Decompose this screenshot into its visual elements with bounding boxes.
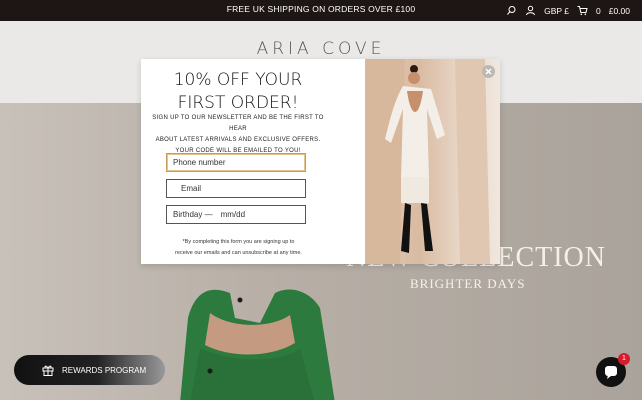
cart-count[interactable]: 0 <box>596 6 601 16</box>
popup-title-line2: FIRST ORDER! <box>177 93 299 113</box>
chat-launcher-button[interactable]: 1 <box>596 353 630 387</box>
popup-form-panel: 10% OFF YOUR FIRST ORDER! SIGN UP TO OUR… <box>141 59 365 264</box>
search-icon[interactable] <box>506 5 517 16</box>
currency-selector[interactable]: GBP £ <box>544 6 569 16</box>
rewards-program-label: REWARDS PROGRAM <box>62 365 147 375</box>
popup-disclaimer-line2: receive our emails and can unsubscribe a… <box>175 250 302 256</box>
email-field[interactable]: Email <box>166 179 306 198</box>
popup-title: 10% OFF YOUR FIRST ORDER! <box>141 69 335 115</box>
newsletter-popup: 10% OFF YOUR FIRST ORDER! SIGN UP TO OUR… <box>141 59 500 264</box>
brand-logo[interactable]: ARIA COVE <box>0 39 642 59</box>
cart-total[interactable]: £0.00 <box>609 6 630 16</box>
hero-model-image <box>180 289 335 400</box>
birthday-placeholder: mm/dd <box>220 210 246 219</box>
popup-photo-illustration <box>365 59 490 264</box>
gift-icon <box>42 365 54 376</box>
phone-field[interactable]: Phone number <box>166 153 306 172</box>
email-field-placeholder: Email <box>181 184 202 193</box>
birthday-field[interactable]: Birthday — mm/dd <box>166 205 306 224</box>
topbar-utilities: GBP £ 0 £0.00 <box>506 3 630 18</box>
popup-model-photo <box>365 59 500 264</box>
cart-icon[interactable] <box>577 5 588 16</box>
phone-field-placeholder: Phone number <box>173 158 226 167</box>
popup-disclaimer: *By completing this form you are signing… <box>161 237 316 259</box>
rewards-program-button[interactable]: REWARDS PROGRAM <box>14 355 165 385</box>
popup-title-line1: 10% OFF YOUR <box>173 70 303 90</box>
popup-description-line2: ABOUT LATEST ARRIVALS AND EXCLUSIVE OFFE… <box>155 137 321 143</box>
popup-description: SIGN UP TO OUR NEWSLETTER AND BE THE FIR… <box>149 113 327 157</box>
close-icon <box>485 68 492 75</box>
chat-notification-badge: 1 <box>618 353 630 365</box>
popup-disclaimer-line1: *By completing this form you are signing… <box>182 239 295 245</box>
account-icon[interactable] <box>525 5 536 16</box>
popup-description-line1: SIGN UP TO OUR NEWSLETTER AND BE THE FIR… <box>152 115 324 132</box>
announcement-bar: FREE UK SHIPPING ON ORDERS OVER £100 GBP… <box>0 0 642 21</box>
birthday-label: Birthday — <box>173 210 213 219</box>
popup-close-button[interactable] <box>482 65 495 78</box>
hero-subtitle: BRIGHTER DAYS <box>410 276 526 291</box>
